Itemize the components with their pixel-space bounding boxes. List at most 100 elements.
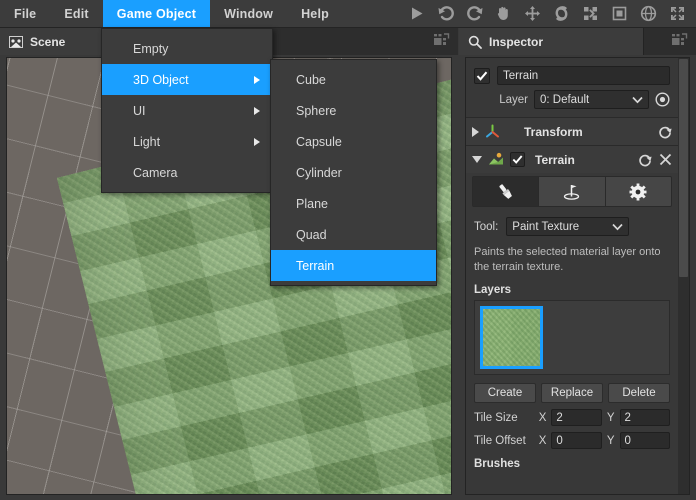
tile-size-row: Tile Size X 2 Y 2 [466, 403, 678, 426]
object-name-value: Terrain [503, 69, 539, 82]
menu-window[interactable]: Window [210, 0, 287, 27]
inspector-body: Terrain Layer 0: Default Transform Terra… [465, 57, 690, 495]
tab-inspector[interactable]: Inspector [459, 28, 644, 55]
create-button[interactable]: Create [474, 383, 536, 403]
tool-row: Tool: Paint Texture [466, 207, 678, 236]
check-icon [476, 71, 488, 81]
toolbar [402, 0, 696, 27]
inspector-scrollbar[interactable] [678, 58, 689, 494]
tile-size-y-value: 2 [624, 411, 631, 424]
object-enabled-checkbox[interactable] [474, 67, 490, 84]
game-object-menu: Empty 3D Object UI Light Camera [101, 28, 273, 193]
inspector-content: Terrain Layer 0: Default Transform Terra… [466, 58, 678, 474]
tile-size-x-value: 2 [556, 411, 563, 424]
layers-list[interactable] [474, 300, 670, 375]
submenu-item-cube[interactable]: Cube [271, 64, 436, 95]
scale-tool-icon[interactable] [576, 0, 605, 28]
tile-offset-y-field[interactable]: 0 [619, 432, 671, 449]
component-transform-title: Transform [524, 124, 583, 139]
menu-item-3d-object[interactable]: 3D Object [102, 64, 272, 95]
menu-game-object[interactable]: Game Object [102, 0, 211, 27]
tool-description: Paints the selected material layer onto … [474, 246, 661, 273]
inspector-scrollbar-thumb[interactable] [679, 59, 688, 277]
reset-icon[interactable] [658, 125, 672, 139]
menu-help[interactable]: Help [287, 0, 343, 27]
terrain-tool-tabs [472, 176, 672, 207]
tool-value: Paint Texture [512, 220, 580, 233]
menu-item-empty-label: Empty [133, 41, 169, 56]
layer-thumbnail-grass[interactable] [480, 306, 543, 369]
layer-row: Layer 0: Default [466, 90, 678, 117]
tile-offset-y-axis: Y [606, 434, 615, 447]
chevron-down-icon [612, 223, 623, 230]
layer-dropdown[interactable]: 0: Default [534, 90, 649, 109]
submenu-item-sphere[interactable]: Sphere [271, 95, 436, 126]
rotate-tool-icon[interactable] [547, 0, 576, 28]
menu-item-ui[interactable]: UI [102, 95, 272, 126]
tile-offset-x-axis: X [538, 434, 547, 447]
component-transform[interactable]: Transform [466, 118, 678, 145]
tile-size-y-field[interactable]: 2 [619, 409, 671, 426]
layer-buttons: Create Replace Delete [466, 375, 678, 403]
tile-offset-x-field[interactable]: 0 [551, 432, 602, 449]
submenu-item-quad[interactable]: Quad [271, 219, 436, 250]
paint-brush-icon [499, 184, 513, 199]
global-local-icon[interactable] [634, 0, 663, 28]
tool-tab-terrain-settings[interactable] [605, 177, 671, 206]
scene-icon [9, 35, 23, 48]
scene-tab-label: Scene [30, 34, 66, 49]
menu-item-empty[interactable]: Empty [102, 33, 272, 64]
redo-icon[interactable] [460, 0, 489, 28]
menu-item-light-label: Light [133, 134, 161, 149]
hand-tool-icon[interactable] [489, 0, 518, 28]
menu-item-light[interactable]: Light [102, 126, 272, 157]
tool-tab-paint-brush[interactable] [473, 177, 540, 206]
delete-button[interactable]: Delete [608, 383, 670, 403]
scene-options-icon[interactable] [433, 33, 450, 50]
transform-icon [486, 124, 499, 138]
play-icon[interactable] [402, 0, 431, 28]
move-tool-icon[interactable] [518, 0, 547, 28]
close-icon[interactable] [659, 153, 672, 166]
foldout-closed-icon[interactable] [472, 126, 479, 137]
menu-file[interactable]: File [0, 0, 50, 27]
component-transform-actions [658, 125, 672, 139]
foldout-open-icon[interactable] [472, 156, 482, 163]
paint-trees-icon [564, 185, 580, 200]
inspector-options-icon[interactable] [671, 33, 688, 55]
submenu-item-cylinder[interactable]: Cylinder [271, 157, 436, 188]
layer-value: 0: Default [540, 93, 590, 106]
replace-button[interactable]: Replace [541, 383, 603, 403]
target-picker-icon[interactable] [655, 92, 670, 107]
chevron-right-icon [254, 75, 260, 84]
object-name-field[interactable]: Terrain [497, 66, 670, 85]
chevron-right-icon [254, 106, 260, 115]
tile-size-y-axis: Y [606, 411, 615, 424]
check-icon [512, 155, 523, 164]
submenu-item-plane[interactable]: Plane [271, 188, 436, 219]
tool-dropdown[interactable]: Paint Texture [506, 217, 630, 236]
menu-edit[interactable]: Edit [50, 0, 102, 27]
component-terrain[interactable]: Terrain [466, 146, 678, 173]
reset-icon[interactable] [638, 153, 652, 167]
tile-offset-label: Tile Offset [474, 434, 526, 447]
3d-object-submenu: Cube Sphere Capsule Cylinder Plane Quad … [270, 59, 437, 286]
undo-icon[interactable] [431, 0, 460, 28]
menu-item-3d-object-label: 3D Object [133, 72, 189, 87]
tool-tab-paint-trees[interactable] [539, 177, 606, 206]
submenu-item-terrain[interactable]: Terrain [271, 250, 436, 281]
tile-size-x-field[interactable]: 2 [551, 409, 602, 426]
inspector-tab-bar: Inspector [459, 28, 696, 55]
tile-size-label: Tile Size [474, 411, 518, 424]
component-terrain-actions [638, 153, 672, 167]
chevron-down-icon [632, 96, 643, 103]
inspector-tab-label: Inspector [489, 34, 544, 49]
tile-offset-row: Tile Offset X 0 Y 0 [466, 426, 678, 449]
menu-item-camera[interactable]: Camera [102, 157, 272, 188]
menu-item-ui-label: UI [133, 103, 146, 118]
submenu-item-capsule[interactable]: Capsule [271, 126, 436, 157]
rect-tool-icon[interactable] [605, 0, 634, 28]
maximize-icon[interactable] [663, 0, 692, 28]
tab-scene[interactable]: Scene [0, 28, 104, 55]
terrain-enabled-checkbox[interactable] [510, 152, 525, 167]
